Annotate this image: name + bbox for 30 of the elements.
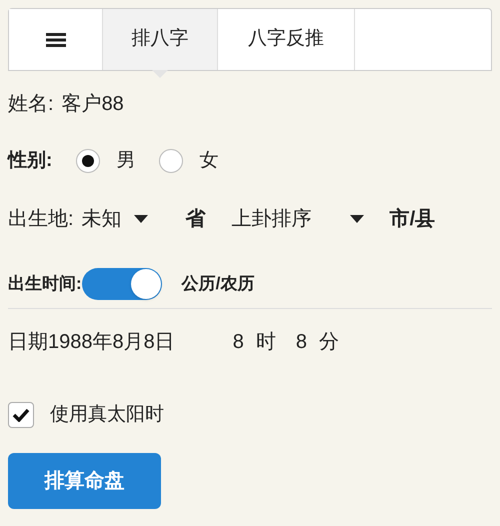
dropdown-caret-icon <box>134 214 148 222</box>
minute-field[interactable]: 8 <box>296 326 307 356</box>
birth-time-label: 出生时间: <box>8 272 82 295</box>
menu-icon <box>46 32 66 46</box>
gender-label: 性别: <box>8 149 52 173</box>
radio-button[interactable] <box>159 149 184 174</box>
hour-field[interactable]: 8 <box>232 326 244 356</box>
menu-button[interactable] <box>9 9 103 70</box>
submit-button[interactable]: 排算命盘 <box>8 453 161 509</box>
calendar-mode-label: 公历/农历 <box>182 272 254 295</box>
province-unit: 省 <box>186 206 206 232</box>
check-icon <box>12 408 30 422</box>
calendar-toggle[interactable] <box>82 268 162 300</box>
province-select[interactable]: 未知 <box>82 204 148 234</box>
name-label: 姓名: <box>8 92 54 117</box>
city-select[interactable]: 上卦排序 <box>232 204 364 234</box>
tab-pointer <box>152 70 168 78</box>
date-label: 日期 <box>8 330 48 354</box>
checkbox-label: 使用真太阳时 <box>50 402 164 426</box>
date-field[interactable]: 1988年8月8日 <box>48 326 175 356</box>
city-unit: 市/县 <box>390 206 436 232</box>
radio-label: 女 <box>199 149 218 173</box>
radio-label: 男 <box>116 149 136 173</box>
checkbox[interactable] <box>8 402 34 428</box>
name-field[interactable]: 客户88 <box>62 89 124 119</box>
dropdown-caret-icon <box>350 214 364 222</box>
minute-unit: 分 <box>319 330 339 354</box>
radio-button[interactable] <box>76 149 100 174</box>
birthplace-label: 出生地: <box>8 206 74 232</box>
hour-unit: 时 <box>256 330 276 354</box>
